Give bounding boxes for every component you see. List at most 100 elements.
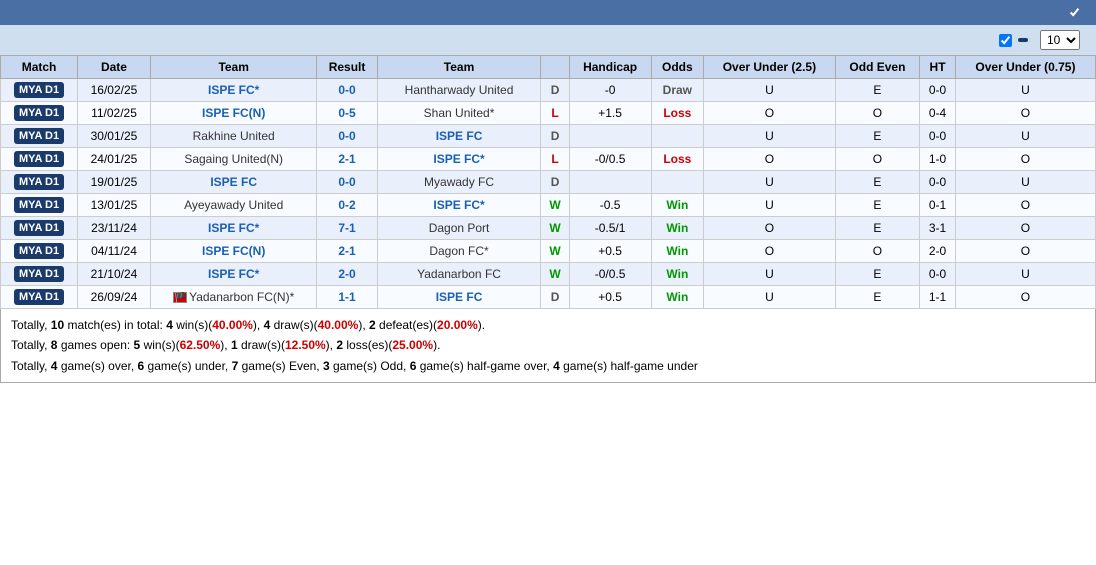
table-row: MYA D119/01/25ISPE FC0-0Myawady FCDUE0-0… xyxy=(1,171,1096,194)
result-cell: 0-0 xyxy=(317,79,377,102)
footer-line3: Totally, 4 game(s) over, 6 game(s) under… xyxy=(11,356,1085,376)
result-cell: 2-1 xyxy=(317,240,377,263)
result-cell: 0-5 xyxy=(317,102,377,125)
defeats-pct: 20.00% xyxy=(437,318,478,332)
wd-cell: L xyxy=(541,102,569,125)
col-odd-even: Odd Even xyxy=(835,56,919,79)
team2-cell: ISPE FC xyxy=(377,286,541,309)
games-odd: 3 xyxy=(323,359,330,373)
odds-cell: Win xyxy=(651,194,704,217)
team1-name: Yadanarbon FC(N)* xyxy=(189,290,294,304)
odds-cell xyxy=(651,125,704,148)
games-select[interactable]: 5 10 15 20 25 30 xyxy=(1040,30,1080,50)
wd-cell: D xyxy=(541,286,569,309)
odd-even-cell: E xyxy=(835,286,919,309)
odd-even-cell: E xyxy=(835,194,919,217)
total-matches: 10 xyxy=(51,318,64,332)
match-badge-cell: MYA D1 xyxy=(1,217,78,240)
odd-even-cell: O xyxy=(835,102,919,125)
controls-bar: 5 10 15 20 25 30 xyxy=(0,25,1096,55)
odds-cell: Loss xyxy=(651,102,704,125)
handicap-cell: -0 xyxy=(569,79,651,102)
odds-cell: Win xyxy=(651,217,704,240)
odd-even-cell: O xyxy=(835,148,919,171)
match-badge-cell: MYA D1 xyxy=(1,125,78,148)
league-badge-cell: MYA D1 xyxy=(14,82,64,98)
footer: Totally, 10 match(es) in total: 4 win(s)… xyxy=(0,309,1096,383)
team2-name: Dagon FC* xyxy=(429,244,488,258)
odds-cell: Draw xyxy=(651,79,704,102)
ht-cell: 0-0 xyxy=(920,79,956,102)
match-badge-cell: MYA D1 xyxy=(1,148,78,171)
match-badge-cell: MYA D1 xyxy=(1,171,78,194)
games-even: 7 xyxy=(232,359,239,373)
display-notes-checkbox[interactable] xyxy=(1068,6,1081,19)
over-under-25-cell: U xyxy=(704,286,836,309)
over-under-075-cell: O xyxy=(955,148,1095,171)
date-cell: 30/01/25 xyxy=(78,125,151,148)
result-cell: 7-1 xyxy=(317,217,377,240)
over-under-25-cell: O xyxy=(704,148,836,171)
table-row: MYA D126/09/24🏴Yadanarbon FC(N)*1-1ISPE … xyxy=(1,286,1096,309)
date-cell: 24/01/25 xyxy=(78,148,151,171)
team1-cell: ISPE FC(N) xyxy=(150,240,317,263)
wd-cell: D xyxy=(541,125,569,148)
ht-cell: 0-0 xyxy=(920,125,956,148)
date-cell: 16/02/25 xyxy=(78,79,151,102)
over-under-25-cell: U xyxy=(704,125,836,148)
open-draws: 1 xyxy=(231,338,238,352)
odd-even-cell: E xyxy=(835,217,919,240)
league-badge-cell: MYA D1 xyxy=(14,128,64,144)
result-cell: 1-1 xyxy=(317,286,377,309)
over-under-25-cell: U xyxy=(704,79,836,102)
games-under: 6 xyxy=(138,359,145,373)
handicap-cell: +1.5 xyxy=(569,102,651,125)
footer-line2: Totally, 8 games open: 5 win(s)(62.50%),… xyxy=(11,335,1085,355)
league-badge-cell: MYA D1 xyxy=(14,289,64,305)
wins-pct: 40.00% xyxy=(212,318,253,332)
over-under-075-cell: U xyxy=(955,125,1095,148)
match-badge-cell: MYA D1 xyxy=(1,102,78,125)
over-under-25-cell: U xyxy=(704,263,836,286)
team2-name: ISPE FC xyxy=(436,290,483,304)
match-badge-cell: MYA D1 xyxy=(1,194,78,217)
over-under-25-cell: O xyxy=(704,240,836,263)
over-under-25-cell: U xyxy=(704,194,836,217)
result-cell: 2-1 xyxy=(317,148,377,171)
open-draws-pct: 12.50% xyxy=(285,338,326,352)
odd-even-cell: E xyxy=(835,263,919,286)
team2-name: ISPE FC* xyxy=(433,198,484,212)
handicap-cell: -0.5 xyxy=(569,194,651,217)
ht-cell: 0-0 xyxy=(920,263,956,286)
over-under-075-cell: O xyxy=(955,102,1095,125)
team2-cell: ISPE FC* xyxy=(377,148,541,171)
ht-cell: 2-0 xyxy=(920,240,956,263)
team1-cell: Ayeyawady United xyxy=(150,194,317,217)
hg-over: 6 xyxy=(410,359,417,373)
team1-name: ISPE FC(N) xyxy=(202,244,265,258)
team1-name: ISPE FC* xyxy=(208,267,259,281)
date-cell: 13/01/25 xyxy=(78,194,151,217)
wd-cell: W xyxy=(541,240,569,263)
over-under-075-cell: O xyxy=(955,194,1095,217)
match-badge-cell: MYA D1 xyxy=(1,263,78,286)
open-wins-pct: 62.50% xyxy=(180,338,221,352)
team1-cell: ISPE FC* xyxy=(150,263,317,286)
league-badge-cell: MYA D1 xyxy=(14,243,64,259)
odds-cell: Win xyxy=(651,286,704,309)
draws-count: 4 xyxy=(264,318,271,332)
header xyxy=(0,0,1096,25)
team2-cell: Dagon FC* xyxy=(377,240,541,263)
ht-cell: 1-1 xyxy=(920,286,956,309)
league-checkbox[interactable] xyxy=(999,34,1012,47)
odd-even-cell: E xyxy=(835,125,919,148)
team1-name: ISPE FC(N) xyxy=(202,106,265,120)
team1-name: ISPE FC xyxy=(210,175,257,189)
result-cell: 0-0 xyxy=(317,171,377,194)
col-date: Date xyxy=(78,56,151,79)
team2-cell: Yadanarbon FC xyxy=(377,263,541,286)
team2-cell: ISPE FC* xyxy=(377,194,541,217)
handicap-cell: -0/0.5 xyxy=(569,148,651,171)
team2-name: Myawady FC xyxy=(424,175,494,189)
team1-cell: Sagaing United(N) xyxy=(150,148,317,171)
